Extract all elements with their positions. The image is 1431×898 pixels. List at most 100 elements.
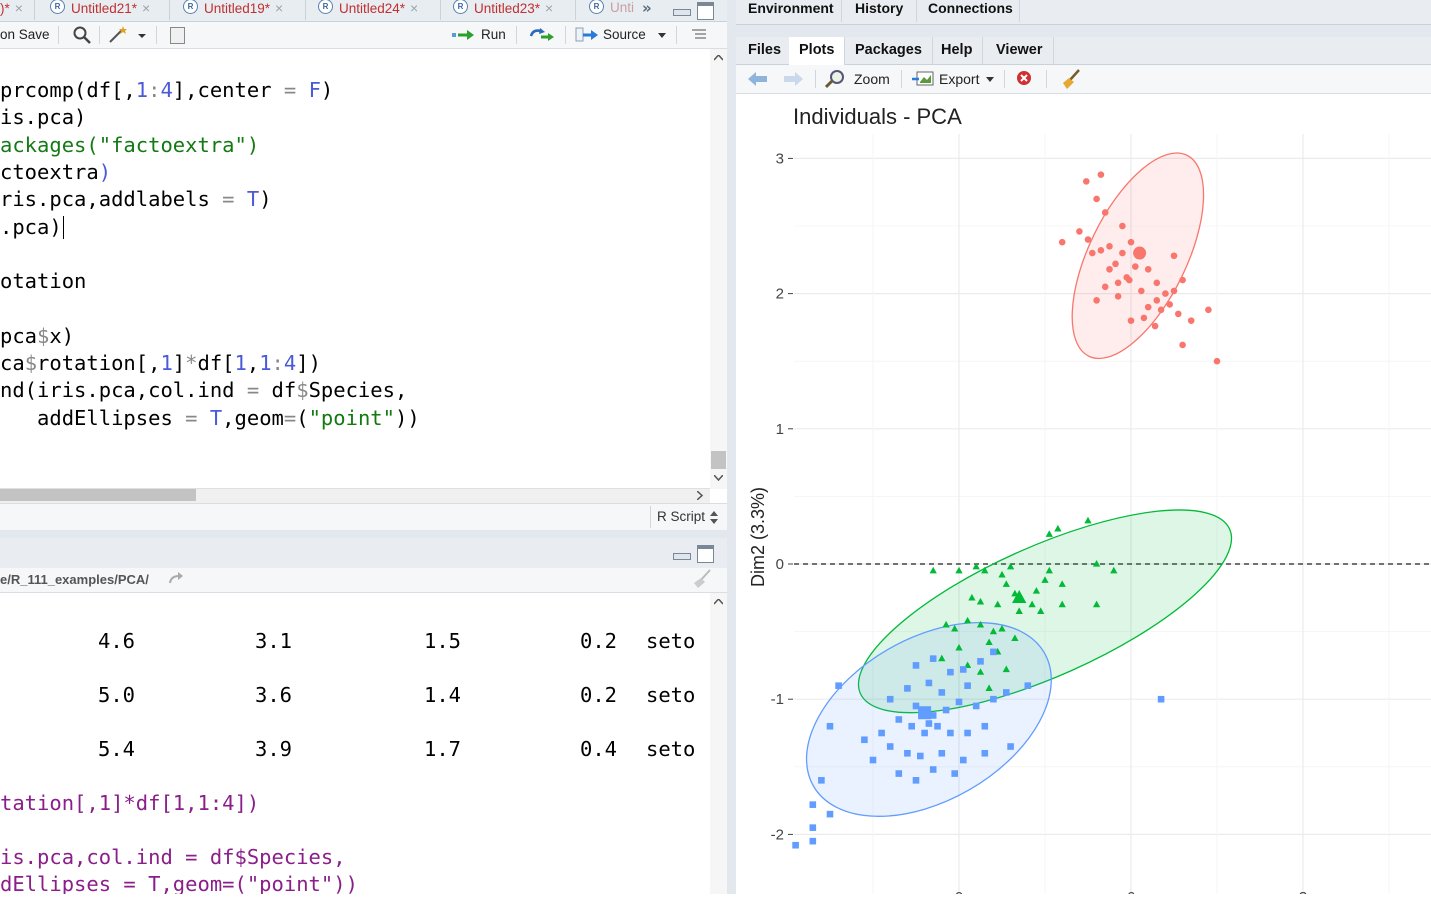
code-line[interactable]: .pca) <box>0 214 65 241</box>
data-point <box>981 749 989 757</box>
code-token: .pca) <box>0 214 62 239</box>
pane-splitter[interactable] <box>0 530 727 538</box>
code-token: rotation[, <box>37 351 161 375</box>
data-point <box>908 722 915 730</box>
code-line[interactable]: is.pca) <box>0 104 86 131</box>
clear-console-icon[interactable] <box>690 569 714 589</box>
close-icon[interactable]: × <box>410 0 418 16</box>
code-line[interactable]: addEllipses = T,geom=("point")) <box>0 405 420 432</box>
close-icon[interactable]: × <box>142 0 150 16</box>
scroll-up-icon[interactable] <box>714 599 723 605</box>
code-token: = <box>246 378 260 403</box>
code-line[interactable]: ris.pca,addlabels = T) <box>0 186 272 213</box>
editor-tab-bar: )* × R Untitled21* × R Untitled19* × R Untitle… <box>0 0 727 22</box>
go-to-directory-icon[interactable] <box>168 572 184 585</box>
zoom-icon[interactable] <box>825 69 845 89</box>
zoom-button[interactable]: Zoom <box>854 71 890 87</box>
close-icon[interactable]: × <box>275 0 283 16</box>
maximize-pane-icon[interactable] <box>697 2 714 20</box>
code-line[interactable]: otation <box>0 268 86 295</box>
code-token: 4 <box>283 351 297 375</box>
magic-wand-icon[interactable] <box>107 25 147 45</box>
data-point <box>929 655 937 662</box>
code-line[interactable]: ackages("factoextra") <box>0 132 259 159</box>
tab-files[interactable]: Files <box>738 37 793 64</box>
pane-splitter[interactable] <box>727 0 736 894</box>
editor-vertical-scrollbar[interactable] <box>710 49 727 489</box>
tab-untitled19[interactable]: R Untitled19* × <box>183 0 283 20</box>
toolbar-separator <box>1004 70 1005 88</box>
pane-splitter[interactable] <box>736 25 1431 37</box>
tab-packages[interactable]: Packages <box>845 37 933 64</box>
run-button[interactable]: Run <box>481 27 506 42</box>
forward-arrow-icon[interactable] <box>782 71 804 87</box>
code-line[interactable]: nd(iris.pca,col.ind = df$Species, <box>0 377 407 404</box>
document-outline-icon[interactable] <box>690 28 708 42</box>
code-line[interactable]: ctoextra) <box>0 159 111 186</box>
compile-report-icon[interactable] <box>170 27 185 44</box>
data-point <box>1097 247 1105 254</box>
tab-label: Untitled24* <box>339 1 406 16</box>
tab-untitled21[interactable]: R Untitled21* × <box>50 0 150 20</box>
more-tabs-icon[interactable]: » <box>642 0 652 16</box>
code-editor[interactable]: prcomp(df[,1:4],center = F) is.pca) ackage… <box>0 49 710 489</box>
source-on-save-label[interactable]: on Save <box>0 27 50 42</box>
code-token: $ <box>24 351 38 375</box>
close-icon[interactable]: × <box>545 0 553 16</box>
run-icon[interactable] <box>452 28 476 42</box>
data-point <box>917 752 924 760</box>
scroll-up-icon[interactable] <box>714 55 723 61</box>
code-token: : <box>271 351 284 375</box>
tab-untitled24[interactable]: R Untitled24* × <box>318 0 418 20</box>
rerun-icon[interactable] <box>529 27 555 43</box>
tab-help[interactable]: Help <box>931 37 984 64</box>
chevron-down-icon[interactable] <box>986 77 995 83</box>
data-point <box>1138 287 1145 295</box>
console-value: seto <box>646 683 696 707</box>
data-point <box>818 777 825 784</box>
tab-connections[interactable]: Connections <box>918 0 1023 22</box>
minimize-pane-icon[interactable] <box>673 553 691 560</box>
tab-separator <box>1019 0 1020 22</box>
working-directory-path[interactable]: e/R_111_examples/PCA/ <box>0 572 149 587</box>
clear-all-plots-icon[interactable] <box>1060 68 1082 90</box>
console-vertical-scrollbar[interactable] <box>710 593 727 894</box>
export-icon[interactable] <box>911 70 935 88</box>
scroll-down-icon[interactable] <box>714 475 723 481</box>
code-token: ( <box>296 405 309 430</box>
tab-untitled-partial[interactable]: )* × <box>0 0 23 20</box>
maximize-pane-icon[interactable] <box>697 545 714 563</box>
code-token: ) <box>320 78 334 102</box>
export-button[interactable]: Export <box>939 71 979 87</box>
console-output[interactable]: 4.7 3.2 1.3 0.2 seto 4.6 3.1 1.5 0.2 set… <box>0 593 710 894</box>
back-arrow-icon[interactable] <box>747 71 769 87</box>
code-line[interactable]: prcomp(df[,1:4],center = F) <box>0 77 333 104</box>
source-icon[interactable] <box>575 27 599 43</box>
tab-history[interactable]: History <box>845 0 913 22</box>
tab-plots[interactable]: Plots <box>789 37 846 65</box>
close-icon[interactable]: × <box>15 0 23 16</box>
data-point <box>1205 306 1212 314</box>
remove-plot-icon[interactable] <box>1016 70 1032 86</box>
console-command: tation[,1]*df[1,1:4]) <box>0 791 260 815</box>
tab-viewer[interactable]: Viewer <box>986 37 1054 64</box>
minimize-pane-icon[interactable] <box>673 9 691 16</box>
scroll-right-icon[interactable] <box>697 491 703 500</box>
chevron-down-icon[interactable] <box>658 33 667 39</box>
console-value: 5.0 <box>98 683 136 707</box>
updown-icon[interactable] <box>710 511 718 524</box>
tab-environment[interactable]: Environment <box>738 0 844 22</box>
tab-untitled23[interactable]: R Untitled23* × <box>453 0 553 20</box>
scrollbar-thumb[interactable] <box>0 489 196 501</box>
script-type-selector[interactable]: R Script <box>657 509 705 524</box>
search-icon[interactable] <box>72 26 92 44</box>
data-point <box>990 695 997 703</box>
code-line[interactable]: pca$x) <box>0 323 74 350</box>
data-point <box>1119 222 1126 230</box>
source-button[interactable]: Source <box>603 27 646 42</box>
data-point <box>960 666 967 673</box>
scrollbar-thumb[interactable] <box>711 451 726 469</box>
tab-untitled-truncated[interactable]: R Unti <box>589 0 634 20</box>
code-line[interactable]: ca$rotation[,1]*df[1,1:4]) <box>0 350 321 377</box>
